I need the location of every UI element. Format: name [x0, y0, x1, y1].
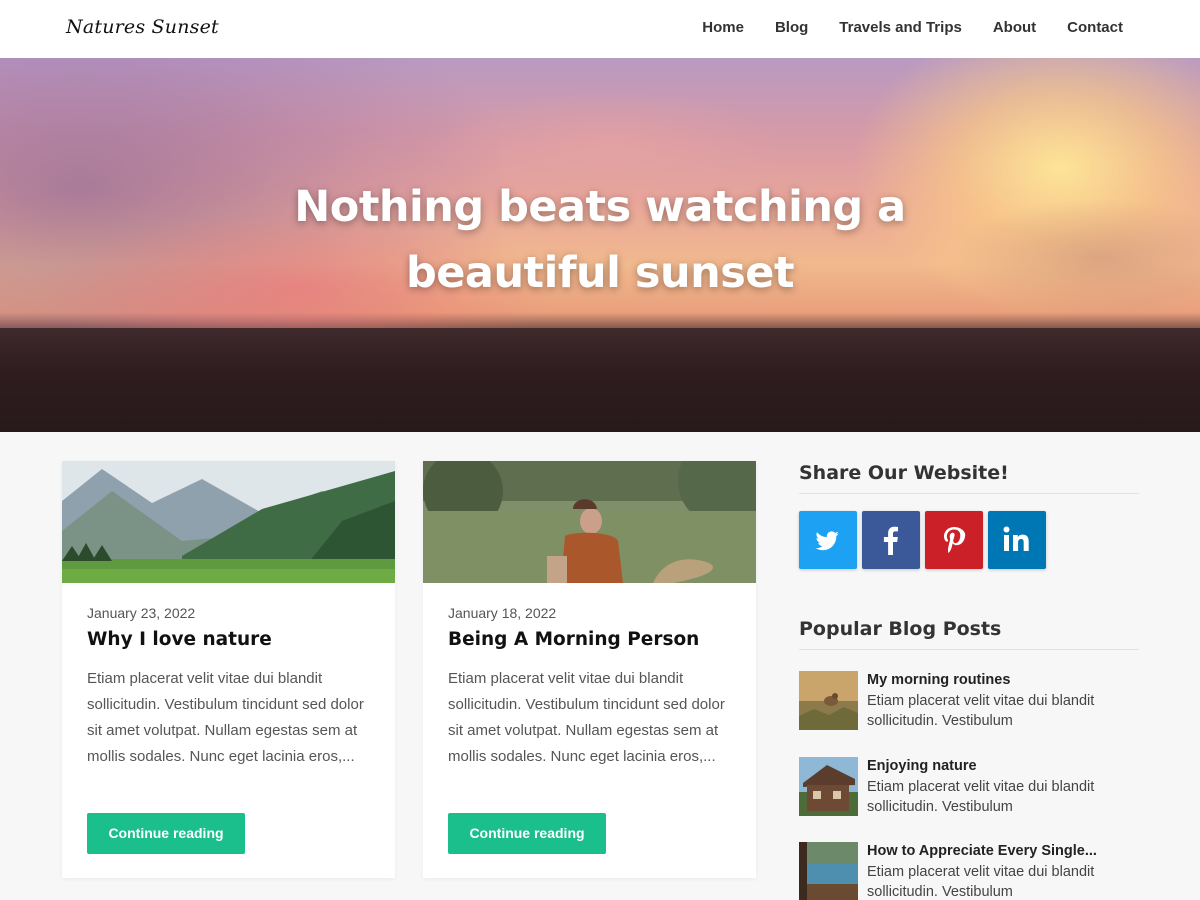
popular-post-thumbnail-lake[interactable] — [799, 842, 858, 900]
nav-item-blog[interactable]: Blog — [775, 19, 808, 36]
popular-post-thumbnail-bird[interactable] — [799, 671, 858, 730]
popular-post-title[interactable]: How to Appreciate Every Single... — [867, 843, 1097, 859]
pinterest-icon — [944, 527, 966, 553]
twitter-share-button[interactable] — [799, 511, 857, 569]
post-title[interactable]: Being A Morning Person — [448, 629, 699, 650]
popular-post-item[interactable]: Enjoying nature Etiam placerat velit vit… — [799, 757, 1139, 817]
nav-item-home[interactable]: Home — [702, 19, 744, 36]
hero-cloud — [950, 198, 1200, 318]
popular-posts-widget: Popular Blog Posts My morning routines E… — [799, 618, 1139, 900]
popular-post-excerpt: Etiam placerat velit vitae dui blandit s… — [867, 693, 1095, 729]
linkedin-share-button[interactable] — [988, 511, 1046, 569]
hero-title: Nothing beats watching a beautiful sunse… — [294, 182, 906, 298]
post-excerpt: Etiam placerat velit vitae dui blandit s… — [448, 670, 725, 765]
popular-post-title[interactable]: Enjoying nature — [867, 758, 977, 774]
nav-item-contact[interactable]: Contact — [1067, 19, 1123, 36]
linkedin-icon — [1003, 526, 1029, 551]
twitter-icon — [815, 531, 839, 551]
popular-post-title[interactable]: My morning routines — [867, 672, 1010, 688]
post-date: January 18, 2022 — [448, 605, 557, 621]
share-widget-title: Share Our Website! — [799, 462, 1009, 484]
popular-post-thumbnail-cabin[interactable] — [799, 757, 858, 816]
post-card: January 18, 2022 Being A Morning Person … — [423, 461, 756, 878]
continue-reading-button[interactable]: Continue reading — [448, 813, 606, 854]
post-card: January 23, 2022 Why I love nature Etiam… — [62, 461, 395, 878]
share-widget: Share Our Website! — [799, 462, 1139, 569]
divider — [799, 493, 1139, 494]
facebook-share-button[interactable] — [862, 511, 920, 569]
popular-post-excerpt: Etiam placerat velit vitae dui blandit s… — [867, 779, 1095, 815]
site-header: Natures Sunset Home Blog Travels and Tri… — [0, 0, 1200, 58]
divider — [799, 649, 1139, 650]
post-title[interactable]: Why I love nature — [87, 629, 272, 650]
post-date: January 23, 2022 — [87, 605, 196, 621]
post-image-mountains[interactable] — [62, 461, 395, 583]
popular-post-item[interactable]: My morning routines Etiam placerat velit… — [799, 671, 1139, 731]
facebook-icon — [883, 526, 898, 555]
popular-post-item[interactable]: How to Appreciate Every Single... Etiam … — [799, 842, 1139, 900]
pinterest-share-button[interactable] — [925, 511, 983, 569]
post-image-woman-field[interactable] — [423, 461, 756, 583]
sidebar: Share Our Website! Popular Blog Posts My… — [799, 462, 1139, 900]
nav-item-travels[interactable]: Travels and Trips — [839, 19, 962, 36]
popular-post-excerpt: Etiam placerat velit vitae dui blandit s… — [867, 864, 1095, 900]
nav-item-about[interactable]: About — [993, 19, 1036, 36]
hero-landscape — [0, 328, 1200, 432]
continue-reading-button[interactable]: Continue reading — [87, 813, 245, 854]
post-excerpt: Etiam placerat velit vitae dui blandit s… — [87, 670, 364, 765]
share-buttons — [799, 511, 1051, 569]
popular-posts-title: Popular Blog Posts — [799, 618, 1002, 640]
site-logo[interactable]: Natures Sunset — [66, 16, 219, 38]
main-nav: Home Blog Travels and Trips About Contac… — [671, 19, 1123, 36]
hero-banner: Nothing beats watching a beautiful sunse… — [0, 58, 1200, 432]
